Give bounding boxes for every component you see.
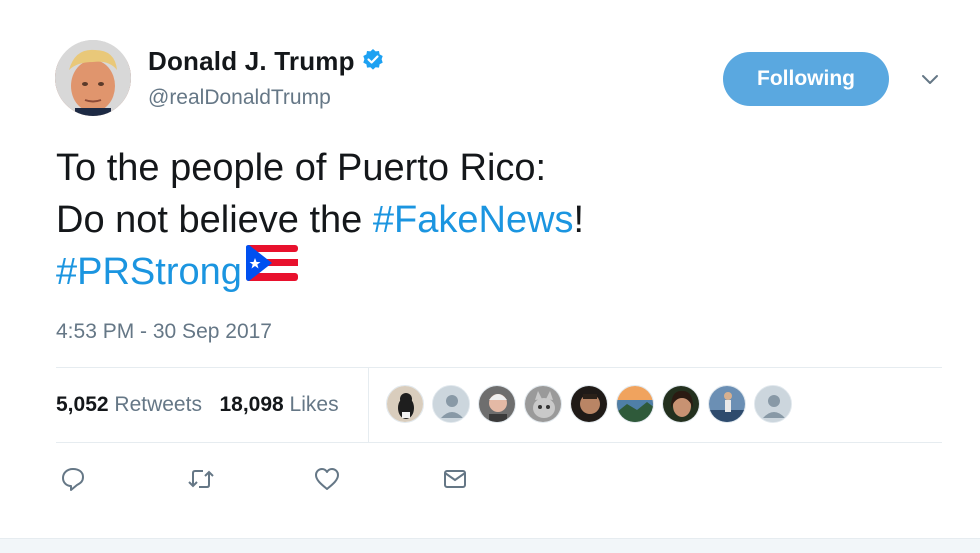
tweet-actions: [56, 462, 472, 496]
tweet-line-2: Do not believe the #FakeNews!: [56, 194, 916, 246]
verified-badge-icon: [361, 48, 385, 79]
tweet-text: To the people of Puerto Rico: Do not bel…: [56, 142, 916, 300]
liker-avatar-default[interactable]: [432, 385, 470, 423]
liker-avatar-cat[interactable]: [524, 385, 562, 423]
liker-avatar-dog[interactable]: [386, 385, 424, 423]
likes-count: 18,098: [219, 393, 284, 416]
user-name[interactable]: Donald J. Trump: [148, 46, 385, 79]
tweet-line-2-prefix: Do not believe the: [56, 199, 373, 241]
divider-bottom: [56, 442, 942, 443]
tweet-stats: 5,052 Retweets 18,098 Likes: [56, 393, 339, 417]
stats-divider: [368, 368, 369, 442]
following-button[interactable]: Following: [723, 52, 889, 106]
user-handle[interactable]: @realDonaldTrump: [148, 86, 331, 110]
tweet-line-3: #PRStrong: [56, 243, 916, 300]
tweet-line-1: To the people of Puerto Rico:: [56, 147, 547, 189]
profile-avatar[interactable]: [55, 40, 131, 116]
chevron-down-icon[interactable]: [918, 68, 942, 92]
liker-avatar-person-1[interactable]: [478, 385, 516, 423]
page-bottom-bar: [0, 538, 980, 553]
direct-message-icon[interactable]: [438, 462, 472, 496]
divider-top: [56, 367, 942, 368]
like-icon[interactable]: [310, 462, 344, 496]
retweet-icon[interactable]: [184, 462, 218, 496]
reply-icon[interactable]: [56, 462, 90, 496]
liker-avatar-figure[interactable]: [708, 385, 746, 423]
likes-label: Likes: [289, 393, 339, 416]
tweet-line-2-suffix: !: [573, 199, 585, 241]
liker-avatar-landscape[interactable]: [616, 385, 654, 423]
retweets-label: Retweets: [114, 393, 202, 416]
liker-avatars: [386, 385, 800, 423]
retweets-count: 5,052: [56, 393, 109, 416]
tweet-timestamp[interactable]: 4:53 PM - 30 Sep 2017: [56, 320, 272, 344]
retweets-stat[interactable]: 5,052 Retweets: [56, 393, 202, 416]
likes-stat[interactable]: 18,098 Likes: [219, 393, 338, 416]
user-name-text[interactable]: Donald J. Trump: [148, 46, 355, 76]
hashtag-fakenews-link[interactable]: #FakeNews: [373, 199, 574, 241]
hashtag-prstrong-link[interactable]: #PRStrong: [56, 251, 242, 293]
puerto-rico-flag-icon: [245, 243, 298, 295]
liker-avatar-person-2[interactable]: [570, 385, 608, 423]
liker-avatar-person-3[interactable]: [662, 385, 700, 423]
liker-avatar-default-2[interactable]: [754, 385, 792, 423]
